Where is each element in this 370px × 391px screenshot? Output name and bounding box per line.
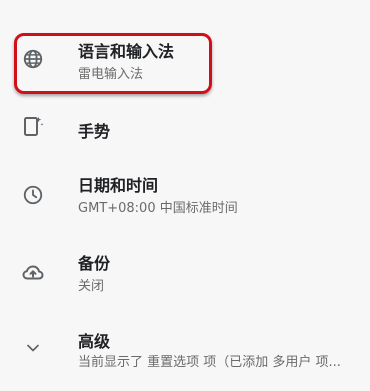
gesture-phone-icon xyxy=(20,113,46,139)
settings-item-language[interactable]: 语言和输入法 雷电输入法 xyxy=(0,36,370,94)
settings-item-title: 手势 xyxy=(78,122,111,141)
settings-item-date-time[interactable]: 日期和时间 GMT+08:00 中国标准时间 xyxy=(0,170,370,220)
settings-item-subtitle: GMT+08:00 中国标准时间 xyxy=(78,201,238,216)
chevron-down-icon xyxy=(20,335,46,361)
settings-item-gestures[interactable]: 手势 xyxy=(0,108,370,148)
clock-icon xyxy=(20,182,46,208)
settings-item-backup[interactable]: 备份 关闭 xyxy=(0,248,370,298)
settings-screen: 手势 语言和输入法 雷电输入法 xyxy=(0,0,370,391)
settings-item-title: 备份 xyxy=(78,254,111,273)
settings-item-subtitle: 关闭 xyxy=(78,279,105,294)
settings-item-title: 日期和时间 xyxy=(78,176,159,195)
cloud-upload-icon xyxy=(20,259,46,285)
settings-list: 语言和输入法 雷电输入法 手势 日期和时间 GMT+08:00 中国标准时间 备… xyxy=(0,0,370,391)
settings-item-title: 语言和输入法 xyxy=(78,42,175,61)
globe-icon xyxy=(20,46,46,72)
settings-item-subtitle: 雷电输入法 xyxy=(78,67,144,82)
settings-item-subtitle: 当前显示了 重置选项 项（已添加 多用户 项... xyxy=(78,355,341,370)
settings-item-advanced[interactable]: 高级 当前显示了 重置选项 项（已添加 多用户 项... xyxy=(0,326,370,376)
settings-item-title: 高级 xyxy=(78,332,111,351)
